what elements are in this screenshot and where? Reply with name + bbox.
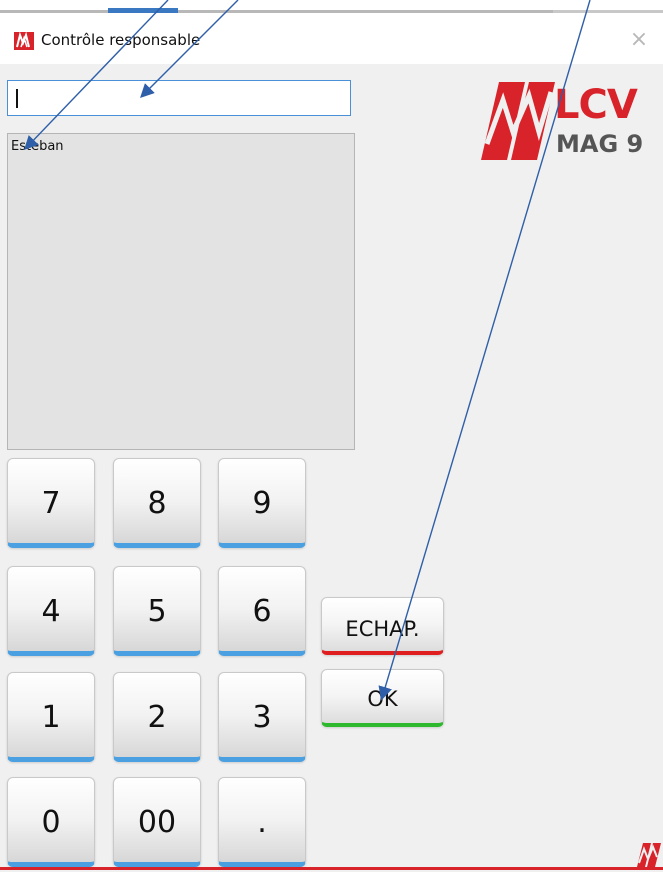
key-6[interactable]: 6 [218,566,306,656]
ok-button[interactable]: OK [321,669,444,727]
text-caret [16,89,18,108]
key-8[interactable]: 8 [113,458,201,548]
echap-button[interactable]: ECHAP. [321,597,444,655]
search-input[interactable] [7,80,351,116]
bottom-accent-line [0,867,663,870]
corner-logo-icon [637,843,661,867]
logo-product-text: MAG 9 [556,130,644,158]
window-title: Contrôle responsable [41,31,201,49]
key-9[interactable]: 9 [218,458,306,548]
key-5[interactable]: 5 [113,566,201,656]
key-00[interactable]: 00 [113,777,201,867]
key-1[interactable]: 1 [7,672,95,762]
key-dot[interactable]: . [218,777,306,867]
key-4[interactable]: 4 [7,566,95,656]
key-3[interactable]: 3 [218,672,306,762]
title-bar: Contrôle responsable × [0,18,663,64]
responsible-list[interactable]: Esteban [7,133,355,450]
key-0[interactable]: 0 [7,777,95,867]
key-7[interactable]: 7 [7,458,95,548]
key-2[interactable]: 2 [113,672,201,762]
lcv-app-icon [14,32,34,50]
logo-brand-text: LCV [554,82,638,128]
list-item[interactable]: Esteban [8,134,354,154]
close-button[interactable]: × [625,26,653,54]
background-window-strip [0,0,663,18]
